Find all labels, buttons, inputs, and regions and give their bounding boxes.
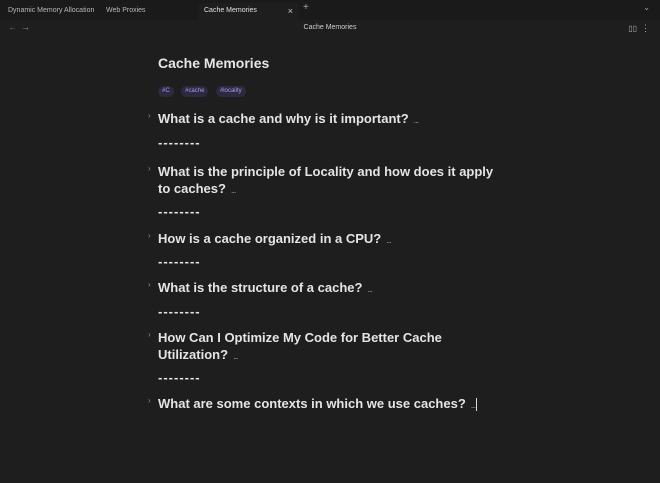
separator: -------- bbox=[158, 254, 201, 269]
navigation-bar: ← → Cache Memories ▯▯ ⋮ bbox=[0, 20, 660, 38]
view-title: Cache Memories bbox=[303, 24, 357, 31]
heading-text: How Can I Optimize My Code for Better Ca… bbox=[158, 330, 442, 345]
close-icon[interactable]: × bbox=[288, 3, 293, 19]
fold-chevron-icon[interactable]: › bbox=[148, 231, 151, 240]
heading-text: What are some contexts in which we use c… bbox=[158, 396, 466, 411]
heading-text: Utilization? bbox=[158, 347, 229, 362]
heading-text: What is the principle of Locality and ho… bbox=[158, 164, 494, 179]
heading-section: › How Can I Optimize My Code for Better … bbox=[148, 329, 518, 365]
tag-list: #C #cache #locality bbox=[158, 79, 249, 97]
fold-chevron-icon[interactable]: › bbox=[148, 111, 151, 120]
tab-dynamic-memory-allocation[interactable]: Dynamic Memory Allocation bbox=[8, 3, 94, 20]
note-title[interactable]: Cache Memories bbox=[158, 54, 518, 72]
heading-text: How is a cache organized in a CPU? bbox=[158, 231, 382, 246]
tab-cache-memories[interactable]: Cache Memories × bbox=[198, 3, 299, 20]
heading[interactable]: What is a cache and why is it important?… bbox=[158, 110, 518, 129]
folded-ellipsis-icon[interactable]: ... bbox=[386, 232, 391, 249]
fold-chevron-icon[interactable]: › bbox=[148, 280, 151, 289]
separator: -------- bbox=[158, 135, 201, 150]
heading[interactable]: What is the structure of a cache?... bbox=[158, 279, 518, 298]
fold-chevron-icon[interactable]: › bbox=[148, 330, 151, 339]
heading[interactable]: What are some contexts in which we use c… bbox=[158, 395, 518, 414]
heading-section: › What is the structure of a cache?... bbox=[148, 279, 518, 298]
heading-text: to caches? bbox=[158, 181, 226, 196]
folded-ellipsis-icon[interactable]: ... bbox=[414, 112, 419, 129]
heading-section: › What is a cache and why is it importan… bbox=[148, 110, 518, 129]
tag-locality[interactable]: #locality bbox=[215, 86, 246, 97]
heading[interactable]: How Can I Optimize My Code for Better Ca… bbox=[158, 329, 518, 365]
folded-ellipsis-icon[interactable]: ... bbox=[233, 348, 238, 365]
folded-ellipsis-icon[interactable]: ... bbox=[471, 397, 476, 414]
tag-c[interactable]: #C bbox=[158, 86, 174, 97]
tab-web-proxies[interactable]: Web Proxies bbox=[106, 3, 146, 20]
heading-section: › What is the principle of Locality and … bbox=[148, 163, 518, 199]
heading-section: › What are some contexts in which we use… bbox=[148, 395, 518, 414]
heading-section: › How is a cache organized in a CPU?... bbox=[148, 230, 518, 249]
folded-ellipsis-icon[interactable]: ... bbox=[231, 182, 236, 199]
tab-bar: Dynamic Memory Allocation Web Proxies Ca… bbox=[0, 0, 660, 21]
folded-ellipsis-icon[interactable]: ... bbox=[367, 281, 372, 298]
separator: -------- bbox=[158, 304, 201, 319]
reading-view-icon[interactable]: ▯▯ bbox=[628, 24, 637, 33]
more-options-icon[interactable]: ⋮ bbox=[641, 23, 650, 34]
fold-chevron-icon[interactable]: › bbox=[148, 396, 151, 405]
heading-text: What is the structure of a cache? bbox=[158, 280, 363, 295]
separator: -------- bbox=[158, 370, 201, 385]
text-cursor bbox=[476, 398, 478, 412]
note-content[interactable]: Cache Memories #C #cache #locality › Wha… bbox=[148, 54, 518, 412]
new-tab-icon[interactable]: + bbox=[303, 2, 309, 13]
separator: -------- bbox=[158, 204, 201, 219]
tab-label: Cache Memories bbox=[204, 7, 257, 14]
chevron-down-icon[interactable]: ⌄ bbox=[643, 3, 650, 12]
heading-text: What is a cache and why is it important? bbox=[158, 111, 409, 126]
tag-cache[interactable]: #cache bbox=[181, 86, 209, 97]
heading[interactable]: How is a cache organized in a CPU?... bbox=[158, 230, 518, 249]
fold-chevron-icon[interactable]: › bbox=[148, 164, 151, 173]
heading[interactable]: What is the principle of Locality and ho… bbox=[158, 163, 518, 199]
